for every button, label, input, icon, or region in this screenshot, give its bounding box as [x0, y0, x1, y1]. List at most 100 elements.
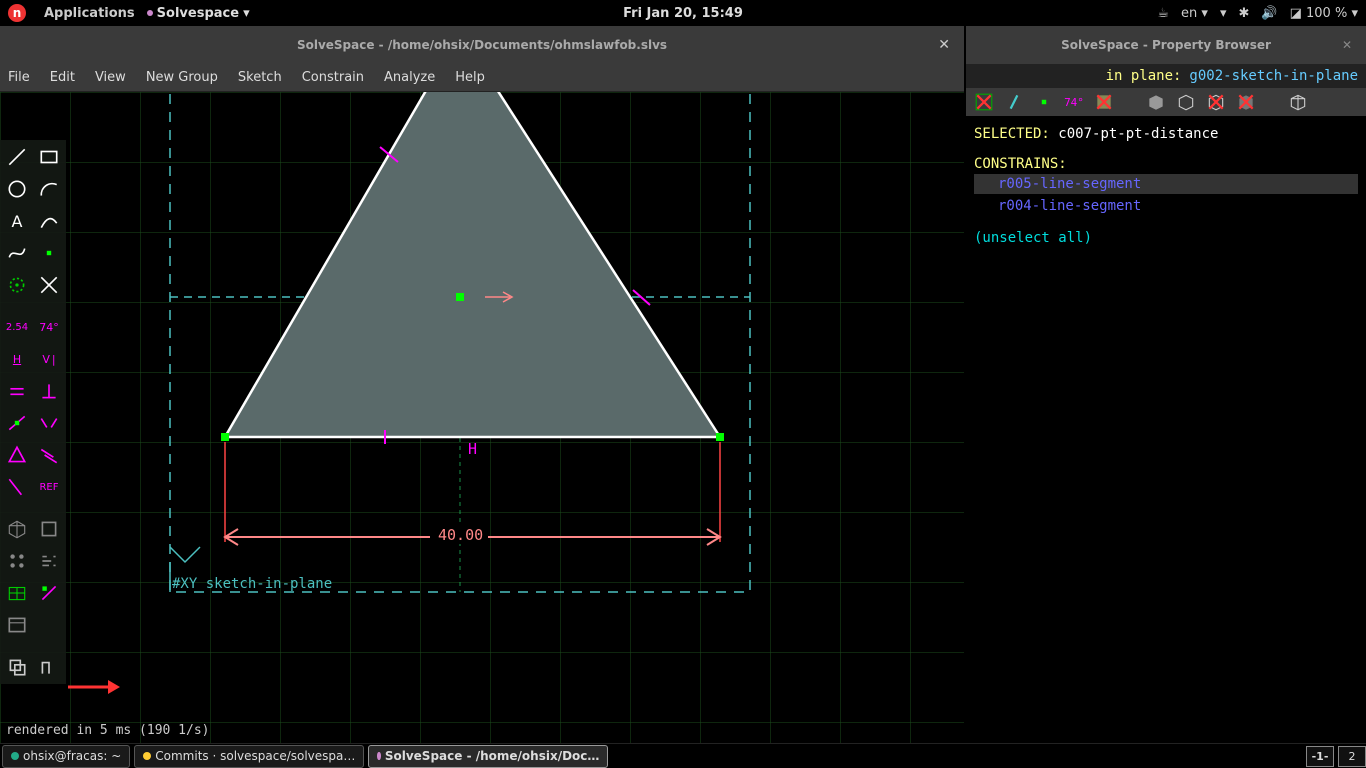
unselect-all-link[interactable]: (unselect all) [974, 230, 1358, 246]
drawing-canvas[interactable]: H 40.00 #XY sketch-in-plane [0, 92, 964, 743]
misc-copy[interactable] [2, 652, 32, 682]
view-center[interactable] [34, 546, 64, 576]
menu-new-group[interactable]: New Group [146, 70, 218, 85]
solvespace-main-window: SolveSpace - /home/ohsix/Documents/ohmsl… [0, 26, 964, 743]
constrain-distance[interactable]: 2.54 [2, 312, 32, 342]
main-window-titlebar[interactable]: SolveSpace - /home/ohsix/Documents/ohmsl… [0, 26, 964, 64]
property-browser-titlebar[interactable]: SolveSpace - Property Browser ✕ [966, 26, 1366, 64]
pb-cross-icon[interactable] [974, 92, 994, 112]
constrain-vertical[interactable]: V| [34, 344, 64, 374]
tool-point[interactable] [34, 238, 64, 268]
segment-link-1[interactable]: r005-line-segment [998, 176, 1141, 192]
menu-view[interactable]: View [95, 70, 126, 85]
toolbox-separator-1 [2, 302, 32, 310]
task-terminal-label: ohsix@fracas: ~ [23, 749, 121, 763]
view-show-grid[interactable] [2, 578, 32, 608]
language-indicator[interactable]: en ▾ [1181, 6, 1208, 21]
dimension-value: 40.00 [438, 526, 483, 544]
close-icon[interactable]: ✕ [1342, 38, 1352, 52]
pb-cross2-icon[interactable] [1206, 92, 1226, 112]
pb-point-icon[interactable] [1034, 92, 1054, 112]
pb-wire-icon[interactable] [1176, 92, 1196, 112]
constrain-perpendicular[interactable] [34, 376, 64, 406]
tool-construction[interactable] [2, 270, 32, 300]
view-show-textwin[interactable] [2, 610, 32, 640]
main-menubar: File Edit View New Group Sketch Constrai… [0, 64, 964, 92]
tool-rectangle[interactable] [34, 142, 64, 172]
task-browser[interactable]: Commits · solvespace/solvespa… [134, 745, 364, 768]
pb-box-icon[interactable] [1288, 92, 1308, 112]
selected-row: SELECTED: c007-pt-pt-distance [974, 126, 1358, 142]
tool-arc[interactable] [34, 174, 64, 204]
menu-constrain[interactable]: Constrain [302, 70, 364, 85]
view-extra[interactable] [34, 610, 64, 640]
wifi-icon[interactable]: ▾ [1220, 6, 1227, 21]
app-dot-icon [147, 10, 153, 16]
main-window-title: SolveSpace - /home/ohsix/Documents/ohmsl… [297, 38, 667, 52]
pb-angle-icon[interactable]: 74° [1064, 92, 1084, 112]
constrain-symmetric[interactable] [34, 408, 64, 438]
menu-file[interactable]: File [8, 70, 30, 85]
toolbox-separator-2 [2, 504, 32, 512]
tool-text[interactable]: A [2, 206, 32, 236]
tool-circle[interactable] [2, 174, 32, 204]
task-terminal[interactable]: ohsix@fracas: ~ [2, 745, 130, 768]
tool-tangent-arc[interactable] [34, 206, 64, 236]
activities-logo[interactable]: n [8, 4, 26, 22]
constrain-equal-length[interactable] [2, 440, 32, 470]
top-panel: n Applications Solvespace ▾ Fri Jan 20, … [0, 0, 1366, 26]
view-show-constraints[interactable] [34, 578, 64, 608]
current-app-name: Solvespace [157, 6, 239, 21]
close-icon[interactable]: ✕ [938, 37, 950, 53]
view-workplane[interactable] [34, 514, 64, 544]
workspace-1[interactable]: -1- [1306, 746, 1334, 767]
pb-line-icon[interactable] [1004, 92, 1024, 112]
constrain-parallel[interactable] [2, 376, 32, 406]
menu-edit[interactable]: Edit [50, 70, 75, 85]
browser-icon [143, 752, 151, 760]
property-browser-window: SolveSpace - Property Browser ✕ in plane… [966, 26, 1366, 743]
constraint-entry-2[interactable]: r004-line-segment [974, 196, 1358, 216]
solvespace-icon [377, 752, 380, 760]
pb-cross3-icon[interactable] [1236, 92, 1256, 112]
constrain-horizontal[interactable]: H [2, 344, 32, 374]
menu-analyze[interactable]: Analyze [384, 70, 435, 85]
clock[interactable]: Fri Jan 20, 15:49 [623, 6, 743, 21]
coffee-icon[interactable]: ☕ [1157, 6, 1169, 21]
in-plane-value[interactable]: g002-sketch-in-plane [1189, 68, 1358, 84]
constrains-label: CONSTRAINS: [974, 156, 1358, 172]
menu-sketch[interactable]: Sketch [238, 70, 282, 85]
horizontal-constraint-label: H [468, 440, 477, 458]
in-plane-label: in plane: [1106, 68, 1182, 84]
misc-paste[interactable] [34, 652, 64, 682]
segment-link-2[interactable]: r004-line-segment [998, 198, 1141, 214]
view-nearest-ortho[interactable] [2, 546, 32, 576]
property-browser-title: SolveSpace - Property Browser [1061, 38, 1271, 52]
pb-solid-icon[interactable] [1146, 92, 1166, 112]
bottom-taskbar: ohsix@fracas: ~ Commits · solvespace/sol… [0, 743, 1366, 768]
constrain-other[interactable] [2, 472, 32, 502]
volume-icon[interactable]: 🔊 [1261, 6, 1277, 21]
pb-shaded-cross-icon[interactable] [1094, 92, 1114, 112]
render-status: rendered in 5 ms (190 1/s) [6, 723, 210, 738]
current-app-indicator[interactable]: Solvespace ▾ [147, 6, 250, 21]
tool-bezier[interactable] [2, 238, 32, 268]
bluetooth-icon[interactable]: ✱ [1239, 6, 1250, 21]
tool-line[interactable] [2, 142, 32, 172]
constrain-reference[interactable]: REF [34, 472, 64, 502]
constraint-entry-1[interactable]: r005-line-segment [974, 174, 1358, 194]
task-browser-label: Commits · solvespace/solvespa… [155, 749, 355, 763]
constrain-same-orientation[interactable] [34, 440, 64, 470]
constrain-point-on[interactable] [2, 408, 32, 438]
task-solvespace[interactable]: SolveSpace - /home/ohsix/Doc… [368, 745, 608, 768]
menu-help[interactable]: Help [455, 70, 485, 85]
constrain-angle[interactable]: 74° [34, 312, 64, 342]
workspace-2[interactable]: 2 [1338, 746, 1366, 767]
battery-indicator[interactable]: ◪ 100 % ▾ [1290, 6, 1358, 21]
sketch-svg: H 40.00 #XY sketch-in-plane [0, 92, 964, 743]
applications-menu[interactable]: Applications [44, 6, 135, 21]
view-isometric[interactable] [2, 514, 32, 544]
left-toolbox: A 2.54 74° H V| REF [0, 140, 66, 684]
tool-split[interactable] [34, 270, 64, 300]
selected-value[interactable]: c007-pt-pt-distance [1058, 126, 1218, 142]
